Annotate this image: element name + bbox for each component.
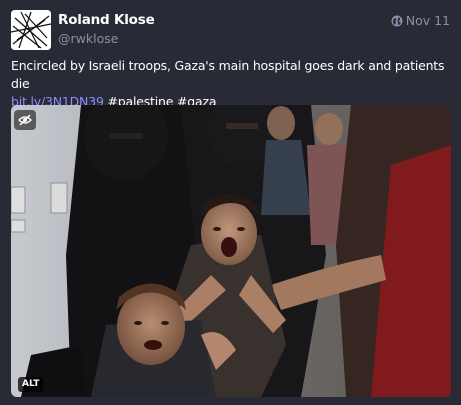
avatar[interactable] xyxy=(11,10,51,50)
eye-slash-icon xyxy=(18,114,32,126)
hide-media-button[interactable] xyxy=(14,110,36,130)
post-content: Encircled by Israeli troops, Gaza's main… xyxy=(11,57,451,111)
avatar-lines-art xyxy=(11,10,51,50)
news-photo-illustration xyxy=(11,105,451,397)
author-handle[interactable]: @rwklose xyxy=(58,31,118,46)
author-display-name[interactable]: Roland Klose xyxy=(58,12,155,28)
post-text: Encircled by Israeli troops, Gaza's main… xyxy=(11,58,445,91)
globe-icon xyxy=(391,15,403,26)
alt-text-badge[interactable]: ALT xyxy=(18,377,44,392)
post-timestamp-link[interactable]: Nov 11 xyxy=(391,13,450,28)
media-attachment-photo[interactable] xyxy=(11,105,451,397)
timestamp-text: Nov 11 xyxy=(405,13,450,28)
status-card: Roland Klose @rwklose Nov 11 Encircled b… xyxy=(0,0,461,405)
